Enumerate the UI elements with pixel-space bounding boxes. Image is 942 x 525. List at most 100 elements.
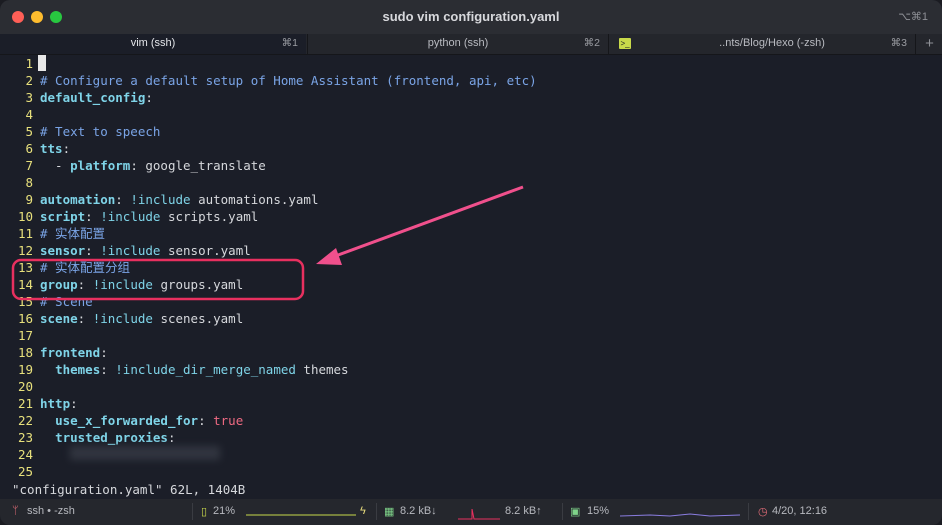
code-line[interactable]: 11 # 实体配置 — [0, 225, 942, 242]
code-token: : — [167, 430, 176, 445]
code-token: sensor — [40, 243, 86, 258]
code-token: : — [100, 345, 108, 360]
code-text: # Text to speech — [40, 123, 160, 140]
line-number: 7 — [25, 158, 33, 173]
clock-status: 4/20, 12:16 — [772, 505, 828, 517]
code-line[interactable]: 24 — [0, 446, 942, 463]
code-token: scenes.yaml — [152, 311, 244, 326]
code-line[interactable]: 5 # Text to speech — [0, 123, 942, 140]
cpu-sparkline — [620, 513, 740, 517]
code-line[interactable]: 1 — [0, 55, 942, 72]
code-token: scripts.yaml — [160, 209, 259, 224]
code-token: !include — [130, 192, 191, 207]
code-text: script: !include scripts.yaml — [40, 208, 258, 225]
code-line[interactable]: 21 http: — [0, 395, 942, 412]
line-number: 21 — [17, 396, 33, 411]
vim-editor[interactable]: 1 2 # Configure a default setup of Home As… — [0, 55, 942, 480]
code-token: http — [40, 396, 71, 411]
code-line[interactable]: 7 - platform: google_translate — [0, 157, 942, 174]
line-number: 20 — [17, 379, 33, 394]
code-line[interactable]: 3 default_config: — [0, 89, 942, 106]
code-line[interactable]: 18 frontend: — [0, 344, 942, 361]
code-line[interactable]: 14 group: !include groups.yaml — [0, 276, 942, 293]
code-token: : google_translate — [130, 158, 266, 173]
code-line[interactable]: 23 trusted_proxies: — [0, 429, 942, 446]
code-line[interactable]: 8 — [0, 174, 942, 191]
tab-python-ssh[interactable]: python (ssh) ⌘2 — [307, 34, 608, 54]
code-line[interactable]: 17 — [0, 327, 942, 344]
network-up: 8.2 kB↑ — [505, 505, 542, 517]
line-number: 6 — [25, 141, 33, 156]
code-line[interactable]: 19 themes: !include_dir_merge_named them… — [0, 361, 942, 378]
redacted-value — [70, 446, 220, 460]
code-token: tts — [40, 141, 63, 156]
code-line[interactable]: 10 script: !include scripts.yaml — [0, 208, 942, 225]
line-number: 12 — [17, 243, 33, 258]
code-token: !include — [92, 277, 153, 292]
tab-vim-ssh[interactable]: vim (ssh) ⌘1 — [0, 34, 306, 54]
code-line[interactable]: 2 # Configure a default setup of Home Ass… — [0, 72, 942, 89]
code-text: # 实体配置分组 — [40, 259, 130, 276]
code-text: # 实体配置 — [40, 225, 105, 242]
code-text: # Configure a default setup of Home Assi… — [40, 72, 537, 89]
code-line[interactable]: 15 # Scene — [0, 293, 942, 310]
code-token: : — [100, 362, 116, 377]
code-token: automation — [40, 192, 116, 207]
code-line[interactable]: 13 # 实体配置分组 — [0, 259, 942, 276]
line-number: 18 — [17, 345, 33, 360]
terminal-window: sudo vim configuration.yaml ⌥⌘1 vim (ssh… — [0, 0, 942, 525]
tab-label: python (ssh) — [427, 37, 489, 49]
code-token: themes — [55, 362, 101, 377]
line-number: 13 — [17, 260, 33, 275]
tab-shortcut: ⌘2 — [583, 37, 600, 49]
code-token: automations.yaml — [190, 192, 319, 207]
divider — [748, 503, 749, 520]
line-number: 3 — [25, 90, 33, 105]
cpu-status: 15% — [587, 505, 610, 517]
code-line[interactable]: 12 sensor: !include sensor.yaml — [0, 242, 942, 259]
code-text: http: — [40, 395, 78, 412]
line-number: 8 — [25, 175, 33, 190]
code-token: # 实体配置分组 — [40, 260, 131, 275]
tab-hexo-zsh[interactable]: >_ ..nts/Blog/Hexo (-zsh) ⌘3 — [608, 34, 915, 54]
code-token: sensor.yaml — [160, 243, 251, 258]
vim-command-line: "configuration.yaml" 62L, 1404B — [12, 482, 246, 497]
code-line[interactable]: 6 tts: — [0, 140, 942, 157]
code-token: !include_dir_merge_named — [115, 362, 296, 377]
code-line[interactable]: 25 — [0, 463, 942, 480]
code-line[interactable]: 4 — [0, 106, 942, 123]
line-number: 16 — [17, 311, 33, 326]
new-tab-button[interactable]: + — [915, 34, 942, 54]
clock-icon: ◷ — [758, 506, 768, 518]
code-token: platform — [70, 158, 131, 173]
code-token: # 实体配置 — [40, 226, 106, 241]
line-number: 24 — [17, 447, 33, 462]
network-icon: ▦ — [384, 506, 395, 518]
code-line[interactable]: 20 — [0, 378, 942, 395]
tab-bar: vim (ssh) ⌘1 python (ssh) ⌘2 >_ ..nts/Bl… — [0, 34, 942, 55]
code-token: themes — [295, 362, 349, 377]
code-line[interactable]: 16 scene: !include scenes.yaml — [0, 310, 942, 327]
code-token: frontend — [40, 345, 101, 360]
code-token: true — [213, 413, 244, 428]
code-line[interactable]: 22 use_x_forwarded_for: true — [0, 412, 942, 429]
charging-icon: ϟ — [360, 505, 366, 517]
code-text: trusted_proxies: — [40, 429, 175, 446]
code-token: : — [145, 90, 153, 105]
code-token: : — [85, 243, 101, 258]
line-number: 15 — [17, 294, 33, 309]
line-number: 14 — [17, 277, 33, 292]
code-token: default_config — [40, 90, 146, 105]
code-token: use_x_forwarded_for — [55, 413, 199, 428]
code-token: : — [77, 277, 93, 292]
code-line[interactable]: 9 automation: !include automations.yaml — [0, 191, 942, 208]
code-text: - platform: google_translate — [40, 157, 266, 174]
battery-status: 21% — [213, 505, 236, 517]
divider — [376, 503, 377, 520]
window-shortcut: ⌥⌘1 — [898, 11, 928, 23]
line-number: 5 — [25, 124, 33, 139]
line-number: 25 — [17, 464, 33, 479]
line-number: 9 — [25, 192, 33, 207]
divider — [562, 503, 563, 520]
code-text: default_config: — [40, 89, 153, 106]
